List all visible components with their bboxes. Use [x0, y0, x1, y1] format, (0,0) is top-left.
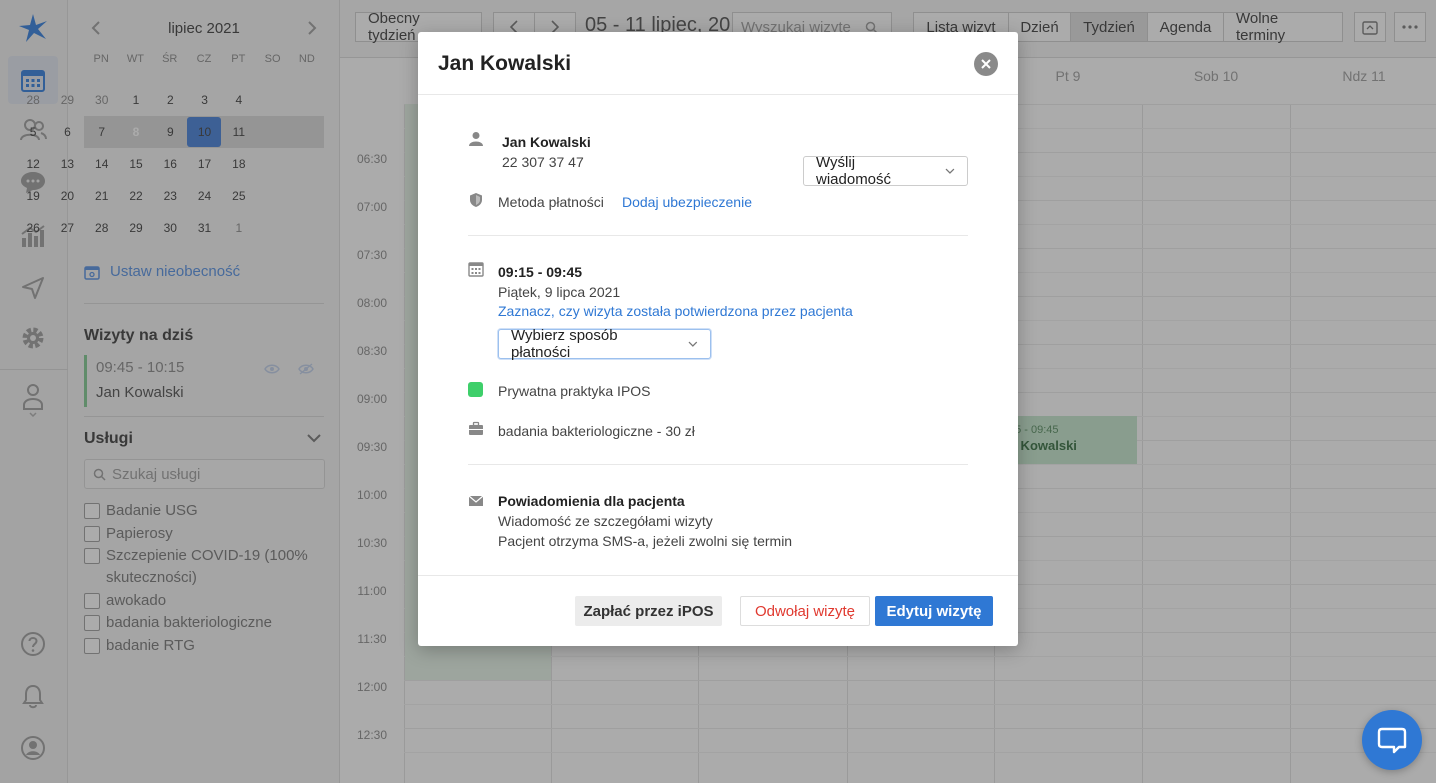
section-divider	[468, 235, 968, 236]
person-icon	[469, 132, 483, 146]
edit-visit-button[interactable]: Edytuj wizytę	[875, 596, 993, 626]
patient-name: Jan Kowalski	[502, 134, 591, 150]
visit-time: 09:15 - 09:45	[498, 264, 583, 280]
envelope-icon	[468, 495, 484, 506]
close-button[interactable]	[974, 52, 998, 76]
briefcase-icon	[469, 421, 483, 435]
practice-name: Prywatna praktyka IPOS	[498, 383, 651, 399]
notification-sms: Pacjent otrzyma SMS-a, jeżeli zwolni się…	[498, 533, 793, 549]
calendar-icon	[468, 262, 484, 277]
notifications-title: Powiadomienia dla pacjenta	[498, 493, 685, 509]
payment-method-label: Metoda płatności	[498, 194, 604, 210]
modal-footer-divider	[418, 575, 1018, 576]
service-price: badania bakteriologiczne - 30 zł	[498, 423, 695, 439]
close-icon	[981, 59, 991, 69]
modal-header-divider	[418, 94, 1018, 95]
cancel-visit-button[interactable]: Odwołaj wizytę	[740, 596, 870, 626]
send-message-dropdown[interactable]: Wyślij wiadomość	[803, 154, 968, 188]
notification-details: Wiadomość ze szczegółami wizyty	[498, 513, 713, 529]
add-insurance-link[interactable]: Dodaj ubezpieczenie	[622, 194, 752, 210]
practice-color-swatch	[468, 382, 483, 397]
shield-icon	[470, 193, 482, 207]
payment-method-select-label: Wybierz sposób płatności	[511, 327, 618, 361]
chevron-down-icon	[688, 341, 698, 347]
confirm-visit-link[interactable]: Zaznacz, czy wizyta została potwierdzona…	[498, 303, 853, 319]
patient-phone: 22 307 37 47	[502, 154, 584, 170]
chevron-down-icon	[945, 168, 955, 174]
visit-details-modal: Jan Kowalski Jan Kowalski 22 307 37 47 W…	[418, 32, 1018, 646]
payment-method-select[interactable]: Wybierz sposób płatności	[498, 327, 711, 361]
send-message-label: Wyślij wiadomość	[816, 154, 892, 188]
visit-date: Piątek, 9 lipca 2021	[498, 284, 621, 300]
chat-bubble-icon	[1377, 727, 1407, 754]
modal-title: Jan Kowalski	[438, 52, 572, 75]
support-chat-button[interactable]	[1362, 710, 1422, 770]
pay-ipos-button[interactable]: Zapłać przez iPOS	[575, 596, 722, 626]
section-divider	[468, 464, 968, 465]
